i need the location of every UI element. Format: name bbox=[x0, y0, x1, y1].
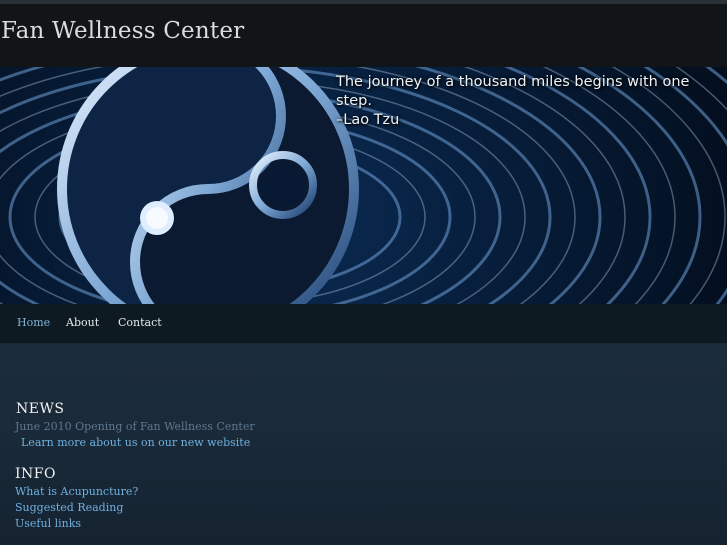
info-link-acupuncture[interactable]: What is Acupuncture? bbox=[15, 485, 138, 498]
banner-quote: The journey of a thousand miles begins w… bbox=[336, 73, 724, 130]
info-heading: INFO bbox=[15, 466, 56, 482]
info-link-reading[interactable]: Suggested Reading bbox=[15, 501, 123, 514]
nav-about[interactable]: About bbox=[66, 316, 99, 329]
nav-home[interactable]: Home bbox=[17, 316, 50, 329]
main-content: NEWS June 2010 Opening of Fan Wellness C… bbox=[0, 345, 727, 545]
nav-contact[interactable]: Contact bbox=[118, 316, 162, 329]
site-title[interactable]: Fan Wellness Center bbox=[1, 18, 244, 44]
hero-banner: The journey of a thousand miles begins w… bbox=[0, 67, 727, 304]
info-link-useful[interactable]: Useful links bbox=[15, 517, 81, 530]
news-link[interactable]: Learn more about us on our new website bbox=[21, 436, 250, 449]
site-header: Fan Wellness Center bbox=[0, 4, 727, 67]
news-date-text: June 2010 Opening of Fan Wellness Center bbox=[15, 420, 255, 433]
news-heading: NEWS bbox=[16, 401, 65, 417]
main-nav: Home About Contact bbox=[0, 304, 727, 343]
quote-author: –Lao Tzu bbox=[336, 112, 400, 128]
quote-text: The journey of a thousand miles begins w… bbox=[336, 74, 690, 109]
